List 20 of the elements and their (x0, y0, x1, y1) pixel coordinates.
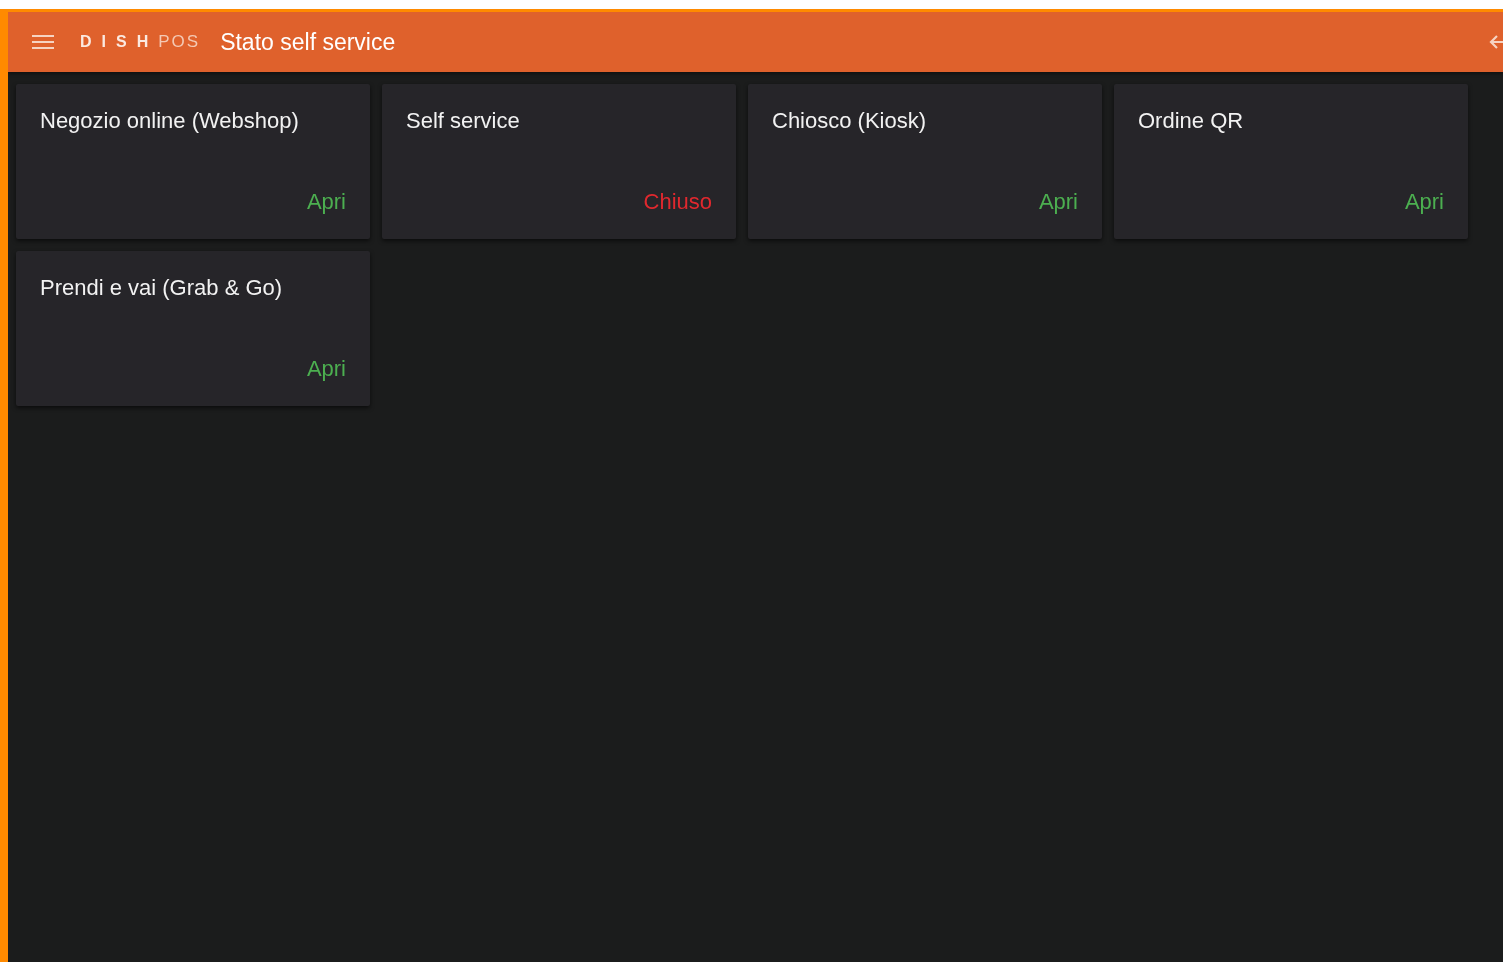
channel-card[interactable]: Chiosco (Kiosk) Apri (748, 84, 1102, 239)
page-title: Stato self service (220, 28, 396, 56)
channel-status: Apri (1038, 189, 1078, 215)
channel-name: Chiosco (Kiosk) (772, 108, 927, 134)
channel-card[interactable]: Self service Chiuso (382, 84, 736, 239)
channel-status: Apri (306, 189, 346, 215)
menu-icon[interactable] (32, 34, 54, 50)
logo-product: POS (158, 32, 201, 52)
exit-arrow-icon[interactable] (1489, 33, 1503, 51)
channel-status: Apri (1404, 189, 1444, 215)
channel-name: Negozio online (Webshop) (40, 108, 299, 134)
channel-card[interactable]: Ordine QR Apri (1114, 84, 1468, 239)
channel-status: Chiuso (643, 189, 712, 215)
channel-name: Prendi e vai (Grab & Go) (40, 275, 283, 301)
channel-card[interactable]: Negozio online (Webshop) Apri (16, 84, 370, 239)
logo-brand: DISH (80, 33, 159, 51)
channel-status: Apri (306, 356, 346, 382)
channel-name: Self service (406, 108, 520, 134)
channel-name: Ordine QR (1138, 108, 1244, 134)
channel-card[interactable]: Prendi e vai (Grab & Go) Apri (16, 251, 370, 406)
